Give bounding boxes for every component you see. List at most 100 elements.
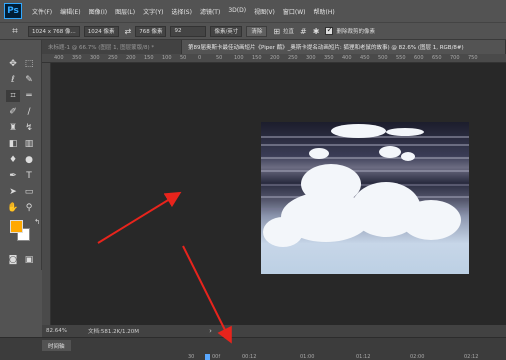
ruler-mark: 500 bbox=[378, 55, 388, 61]
menu-image[interactable]: 图像(I) bbox=[85, 7, 111, 16]
image-stripe bbox=[261, 170, 469, 172]
canvas-area[interactable] bbox=[51, 63, 506, 325]
timeline-ruler[interactable]: 30 00f 00:12 01:00 01:12 02:00 02:12 bbox=[0, 353, 506, 360]
snow-spray bbox=[309, 148, 329, 159]
shape-tool-icon[interactable]: ▭ bbox=[22, 186, 36, 198]
document-image bbox=[261, 122, 469, 274]
history-brush-tool-icon[interactable]: ↯ bbox=[22, 122, 36, 134]
menu-filter[interactable]: 滤镜(T) bbox=[196, 7, 224, 16]
dodge-tool-icon[interactable]: ● bbox=[22, 154, 36, 166]
quick-mask-icon[interactable]: ◙ bbox=[6, 254, 20, 266]
ruler-mark: 350 bbox=[324, 55, 334, 61]
ruler-mark: 100 bbox=[162, 55, 172, 61]
horizontal-ruler: 400 350 300 250 200 150 100 50 0 50 100 … bbox=[42, 54, 506, 63]
menu-help[interactable]: 帮助(H) bbox=[310, 7, 339, 16]
resolution-field[interactable]: 92 bbox=[170, 25, 207, 37]
ruler-mark: 550 bbox=[396, 55, 406, 61]
snow-splash bbox=[263, 217, 303, 247]
snow-spray bbox=[386, 128, 424, 136]
ruler-mark: 650 bbox=[432, 55, 442, 61]
ruler-mark: 300 bbox=[90, 55, 100, 61]
image-stripe bbox=[261, 184, 469, 186]
gear-icon[interactable]: ✱ bbox=[313, 27, 320, 36]
vertical-ruler bbox=[42, 63, 51, 325]
snow-spray bbox=[331, 124, 386, 138]
timeline-tab[interactable]: 时间轴 bbox=[42, 340, 71, 351]
timeline-mark: 00f bbox=[212, 354, 221, 360]
foreground-color-swatch[interactable] bbox=[10, 220, 23, 233]
clear-button[interactable]: 清除 bbox=[246, 25, 268, 37]
quick-select-tool-icon[interactable]: ✎ bbox=[22, 74, 36, 86]
timeline-mark: 00:12 bbox=[242, 354, 257, 360]
menu-items: 文件(F) 编辑(E) 图像(I) 图层(L) 文字(Y) 选择(S) 滤镜(T… bbox=[28, 7, 339, 16]
ruler-mark: 50 bbox=[180, 55, 187, 61]
type-tool-icon[interactable]: T bbox=[22, 170, 36, 182]
menu-3d[interactable]: 3D(D) bbox=[224, 7, 250, 16]
marquee-tool-icon[interactable]: ⬚ bbox=[22, 58, 36, 70]
pen-tool-icon[interactable]: ✒ bbox=[6, 170, 20, 182]
path-select-tool-icon[interactable]: ➤ bbox=[6, 186, 20, 198]
ruler-mark: 250 bbox=[108, 55, 118, 61]
options-bar: ⌗ 1024 x 768 像... 1024 像素 ⇄ 768 像素 92 像素… bbox=[0, 22, 506, 40]
crop-tool-icon[interactable]: ⌗ bbox=[6, 24, 24, 38]
image-stripe bbox=[261, 144, 469, 146]
resolution-units-select[interactable]: 像素/英寸 bbox=[210, 25, 243, 37]
menu-edit[interactable]: 编辑(E) bbox=[56, 7, 84, 16]
gradient-tool-icon[interactable]: ▥ bbox=[22, 138, 36, 150]
snow-spray bbox=[401, 152, 415, 161]
timeline-panel: 时间轴 30 00f 00:12 01:00 01:12 02:00 02:12 bbox=[0, 337, 506, 360]
timeline-playhead[interactable] bbox=[205, 354, 210, 360]
straighten-icon[interactable]: ⊞ bbox=[273, 27, 280, 36]
snow-splash bbox=[401, 200, 461, 240]
menu-layer[interactable]: 图层(L) bbox=[111, 7, 139, 16]
ruler-mark: 0 bbox=[198, 55, 202, 61]
timeline-mark: 01:00 bbox=[300, 354, 315, 360]
move-tool-icon[interactable]: ✥ bbox=[6, 58, 20, 70]
menu-type[interactable]: 文字(Y) bbox=[139, 7, 167, 16]
straighten-label: 拉直 bbox=[283, 29, 295, 35]
menu-file[interactable]: 文件(F) bbox=[28, 7, 56, 16]
ruler-mark: 350 bbox=[72, 55, 82, 61]
timeline-mark: 02:12 bbox=[464, 354, 479, 360]
ruler-mark: 400 bbox=[54, 55, 64, 61]
crop-tool-icon-selected[interactable]: ⌗ bbox=[6, 90, 20, 102]
snow-spray bbox=[379, 146, 401, 158]
zoom-level[interactable]: 82.64% bbox=[42, 328, 82, 334]
tab-untitled[interactable]: 未标题-1 @ 66.7% (图层 1, 图层蒙版/8) * bbox=[42, 40, 182, 54]
lasso-tool-icon[interactable]: ℓ bbox=[6, 74, 20, 86]
ruler-mark: 300 bbox=[306, 55, 316, 61]
timeline-mark: 02:00 bbox=[410, 354, 425, 360]
ruler-mark: 450 bbox=[360, 55, 370, 61]
menu-select[interactable]: 选择(S) bbox=[167, 7, 196, 16]
image-stripe bbox=[261, 157, 469, 159]
swap-dimensions-icon[interactable]: ⇄ bbox=[125, 27, 132, 36]
eyedropper-tool-icon[interactable]: ✐ bbox=[6, 106, 20, 118]
ruler-mark: 100 bbox=[234, 55, 244, 61]
menu-window[interactable]: 窗口(W) bbox=[279, 7, 310, 16]
hand-tool-icon[interactable]: ✋ bbox=[6, 202, 20, 214]
overlay-grid-icon[interactable]: # bbox=[300, 27, 307, 36]
tab-active-document[interactable]: 第89届奥斯卡最佳动画短片《Piper 鹬》_奥斯卡提名动画短片: 狐狸和老鼠的… bbox=[182, 40, 506, 54]
screen-mode-icon[interactable]: ▣ bbox=[22, 254, 36, 266]
eraser-tool-icon[interactable]: ◧ bbox=[6, 138, 20, 150]
ruler-mark: 150 bbox=[144, 55, 154, 61]
brush-tool-icon[interactable]: / bbox=[22, 106, 36, 118]
stamp-tool-icon[interactable]: ♜ bbox=[6, 122, 20, 134]
crop-width-field[interactable]: 1024 像素 bbox=[83, 25, 119, 37]
document-size-info: 文档:581.2K/1.20M bbox=[88, 329, 140, 335]
ruler-mark: 200 bbox=[126, 55, 136, 61]
toolbox: ✥ ⬚ ℓ ✎ ⌗ ═ ✐ / ♜ ↯ ◧ ▥ ♦ ● ✒ T ➤ ▭ ✋ ⚲ … bbox=[0, 40, 42, 270]
delete-cropped-checkbox[interactable] bbox=[325, 25, 334, 35]
menu-view[interactable]: 视图(V) bbox=[250, 7, 279, 16]
crop-preset-select[interactable]: 1024 x 768 像... bbox=[28, 25, 80, 37]
document-tabs: 未标题-1 @ 66.7% (图层 1, 图层蒙版/8) * 第89届奥斯卡最佳… bbox=[42, 40, 506, 54]
crop-height-field[interactable]: 768 像素 bbox=[135, 25, 167, 37]
delete-cropped-label: 删除裁剪的像素 bbox=[336, 29, 375, 35]
menu-bar: Ps 文件(F) 编辑(E) 图像(I) 图层(L) 文字(Y) 选择(S) 滤… bbox=[0, 0, 506, 22]
blur-tool-icon[interactable]: ♦ bbox=[6, 154, 20, 166]
status-expand-icon[interactable]: › bbox=[209, 327, 212, 335]
zoom-tool-icon[interactable]: ⚲ bbox=[22, 202, 36, 214]
status-bar: 82.64% 文档:581.2K/1.20M › bbox=[42, 325, 506, 337]
ruler-mark: 250 bbox=[288, 55, 298, 61]
ruler-tool-icon[interactable]: ═ bbox=[22, 90, 36, 102]
